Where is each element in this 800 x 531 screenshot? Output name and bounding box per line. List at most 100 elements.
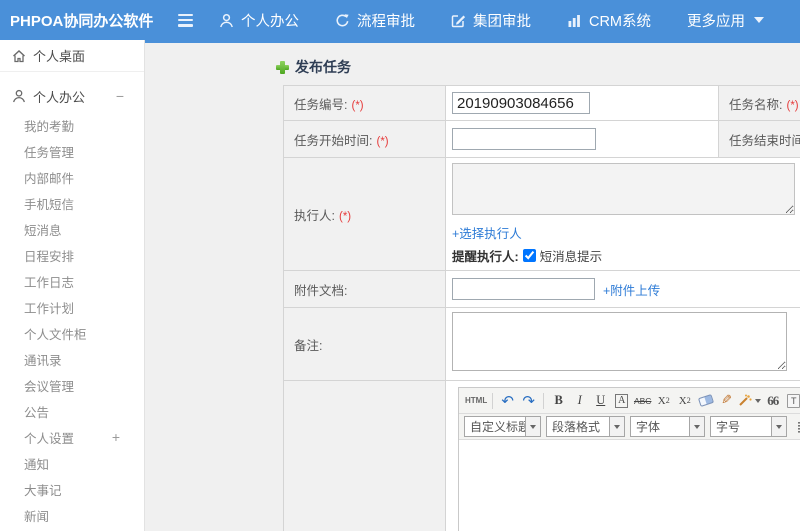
char-border-button[interactable]: A [612,391,631,411]
clipboard-icon: T [787,393,800,408]
user-icon [12,89,26,103]
attachment-label-cell: 附件文档: [283,270,446,308]
sidebar-item-label: 工作计划 [24,301,75,316]
attachment-upload-link[interactable]: +附件上传 [603,280,660,299]
history-arrow-icon [335,13,350,28]
superscript-button[interactable]: X2 [654,391,673,411]
sidebar-item-news[interactable]: 新闻 [0,502,144,528]
description-value-cell: HTML ↶ ↷ B I U A ABC X2 X2 ✎ 66 T 自定义标题 … [445,380,800,531]
blockquote-button[interactable]: 66 [763,391,782,411]
nav-group-approval[interactable]: 集团审批 [451,10,531,31]
sidebar-item-work-log[interactable]: 工作日志 [0,268,144,294]
executor-label-cell: 执行人: (*) [283,157,446,271]
app-logo-title[interactable]: PHPOA协同办公软件 [0,10,154,31]
start-time-label-cell: 任务开始时间: (*) [283,120,446,158]
underline-button[interactable]: U [591,391,610,411]
sidebar-item-label: 手机短信 [24,197,75,212]
toolbar-separator [492,392,494,409]
chevron-down-icon [755,398,762,403]
italic-button[interactable]: I [570,391,589,411]
executor-value-cell: +选择执行人 提醒执行人: 短消息提示 [445,157,800,271]
home-icon [12,49,26,63]
sidebar-item-notice[interactable]: 通知 [0,450,144,476]
end-time-label-cell: 任务结束时间:(*) [718,120,800,158]
chevron-down-icon [771,417,786,436]
field-label: 任务编号: [294,97,348,112]
nav-more-apps[interactable]: 更多应用 [687,10,764,31]
rich-text-editor: HTML ↶ ↷ B I U A ABC X2 X2 ✎ 66 T 自定义标题 … [458,387,800,531]
sidebar-item-work-plan[interactable]: 工作计划 [0,294,144,320]
sms-remind-option-label: 短消息提示 [539,250,603,264]
start-time-input[interactable] [452,128,596,150]
sidebar-item-personal-desktop[interactable]: 个人桌面 [0,40,144,72]
sidebar-item-internal-mail[interactable]: 内部邮件 [0,164,144,190]
toolbar-separator [543,392,545,409]
nav-label: 流程审批 [356,13,415,30]
sidebar-item-short-message[interactable]: 短消息 [0,216,144,242]
sidebar-item-personal-files[interactable]: 个人文件柜 [0,320,144,346]
edit-square-icon [451,13,466,28]
subscript-button[interactable]: X2 [675,391,694,411]
sidebar-item-contacts[interactable]: 通讯录 [0,346,144,372]
autoformat-button[interactable] [738,391,762,411]
sidebar-item-meeting-management[interactable]: 会议管理 [0,372,144,398]
chevron-down-icon [609,417,624,436]
boxed-a-icon: A [615,393,629,408]
field-label: 附件文档: [294,283,348,298]
format-brush-button[interactable]: ✎ [717,391,736,411]
custom-title-select[interactable]: 自定义标题 [464,416,541,437]
nav-workflow-approval[interactable]: 流程审批 [335,10,415,31]
sidebar-item-announcement[interactable]: 公告 [0,398,144,424]
editor-content-area[interactable] [459,440,800,531]
sidebar-item-schedule[interactable]: 日程安排 [0,242,144,268]
redo-button[interactable]: ↷ [519,391,538,411]
remark-label-cell: 备注: [283,307,446,381]
sidebar-item-label: 任务管理 [24,145,75,160]
remark-textarea[interactable] [452,312,787,371]
nav-crm-system[interactable]: CRM系统 [567,10,651,31]
sms-remind-checkbox[interactable] [522,249,536,262]
sidebar-item-label: 大事记 [24,483,62,498]
sidebar-item-memorabilia[interactable]: 大事记 [0,476,144,502]
user-icon [219,13,234,28]
nav-personal-office[interactable]: 个人办公 [219,10,299,31]
font-family-select[interactable]: 字体 [630,416,705,437]
sidebar-item-task-management[interactable]: 任务管理 [0,138,144,164]
field-label: 任务结束时间: [729,133,800,148]
undo-button[interactable]: ↶ [498,391,517,411]
task-number-input[interactable] [452,92,590,114]
table-row: 附件文档: +附件上传 [283,270,800,308]
paste-plain-button[interactable]: T [784,391,800,411]
collapse-minus-icon[interactable]: − [116,88,124,104]
table-row: 备注: [283,307,800,381]
remove-format-button[interactable] [696,391,715,411]
expand-plus-icon[interactable]: + [112,429,120,445]
html-source-button[interactable]: HTML [465,391,487,411]
sidebar-item-label: 内部邮件 [24,171,75,186]
select-executor-link[interactable]: +选择执行人 [452,227,522,241]
sidebar-item-personal-settings[interactable]: 个人设置 + [0,424,144,450]
chevron-down-icon [689,417,704,436]
sidebar-item-personal-office[interactable]: 个人办公 − [0,80,144,112]
sidebar-item-label: 短消息 [24,223,62,238]
field-label: 执行人: [294,208,335,223]
task-number-value-cell [445,85,719,121]
sidebar-item-label: 通讯录 [24,353,62,368]
editor-toolbar-row2: 自定义标题 段落格式 字体 字号 [459,414,800,440]
required-mark: (*) [351,99,364,112]
executor-textarea[interactable] [452,163,795,215]
font-size-select[interactable]: 字号 [710,416,787,437]
table-row: 任务描述:(*) HTML ↶ ↷ B I U A ABC X [283,380,800,531]
table-row: 任务编号:(*) 任务名称:(*) [283,85,800,121]
sidebar-item-label: 个人办公 [33,89,86,105]
hamburger-menu-icon[interactable] [177,13,193,27]
sidebar-item-my-attendance[interactable]: 我的考勤 [0,112,144,138]
top-nav: 个人办公 流程审批 集团审批 CRM系统 更多应用 [219,10,800,31]
paragraph-format-select[interactable]: 段落格式 [546,416,625,437]
attachment-input[interactable] [452,278,595,300]
strikethrough-button[interactable]: ABC [633,391,652,411]
plus-icon [276,60,289,74]
nav-label: 个人办公 [240,13,299,30]
sidebar-item-sms[interactable]: 手机短信 [0,190,144,216]
bold-button[interactable]: B [549,391,568,411]
